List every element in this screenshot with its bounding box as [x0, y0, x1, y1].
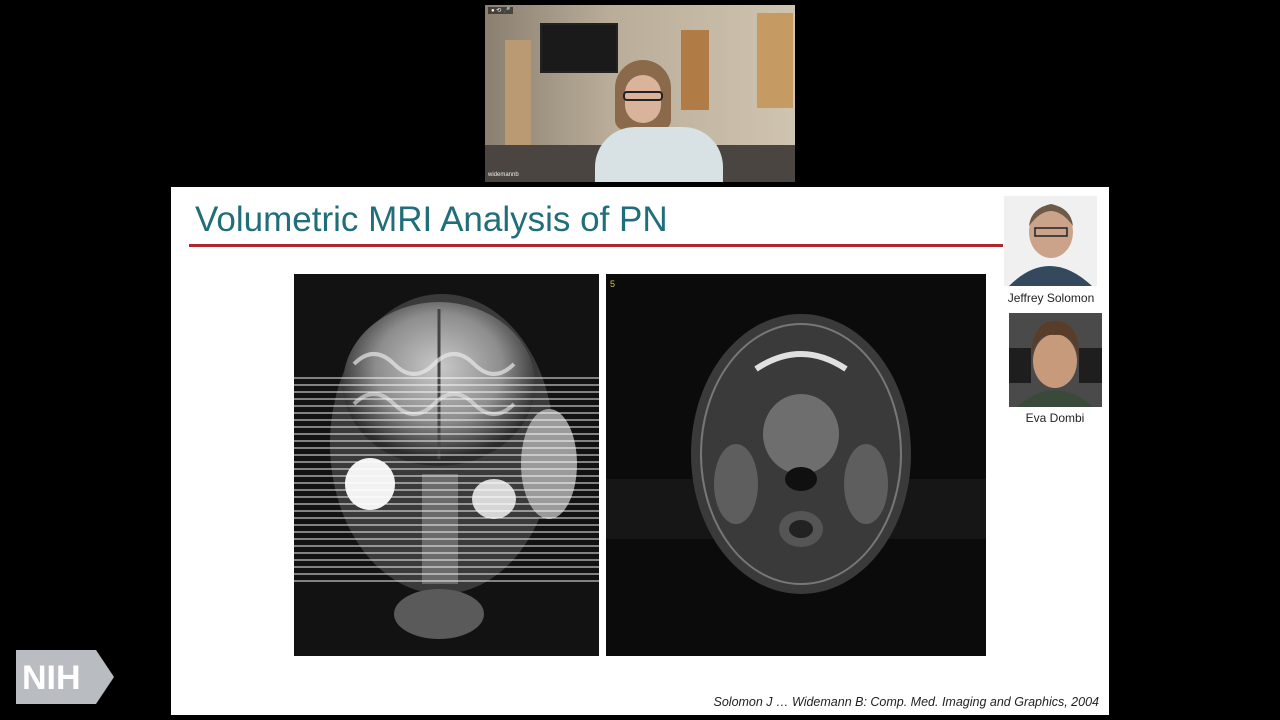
- nih-logo-text: NIH: [22, 659, 81, 697]
- nih-logo-graphic: NIH: [16, 650, 114, 704]
- presenter-video: ● ⟲ 🎤 widemannb: [485, 5, 795, 182]
- video-bookshelf: [505, 40, 531, 145]
- speaker-photo-eva-dombi: [1009, 313, 1102, 407]
- mri-axial-graphic: [606, 274, 986, 656]
- speaker-photo-jeffrey-solomon: [1004, 196, 1097, 286]
- nih-logo: NIH: [14, 648, 118, 706]
- slide-citation: Solomon J … Widemann B: Comp. Med. Imagi…: [713, 695, 1100, 709]
- mri-coronal-graphic: [294, 274, 599, 656]
- video-wall-tv: [540, 23, 618, 73]
- participant-name-tag: widemannb: [488, 172, 519, 178]
- speaker-name: Jeffrey Solomon: [1007, 291, 1095, 305]
- mri-axial-image: 5: [606, 274, 986, 656]
- speaker-name: Eva Dombi: [1025, 411, 1085, 425]
- title-divider: [189, 244, 1003, 247]
- mri-coronal-image: [294, 274, 599, 656]
- video-status-icons[interactable]: ● ⟲ 🎤: [488, 7, 514, 14]
- speaker-photo-graphic: [1009, 313, 1102, 407]
- presentation-slide: Volumetric MRI Analysis of PN 5 Jeffrey …: [171, 187, 1109, 715]
- presenter-body: [595, 127, 723, 182]
- mri-slice-number: 5: [610, 279, 616, 289]
- presenter-glasses: [623, 91, 663, 101]
- video-door: [681, 30, 709, 110]
- slide-title: Volumetric MRI Analysis of PN: [195, 200, 668, 239]
- video-cork-board: [757, 13, 793, 108]
- speaker-photo-graphic: [1004, 196, 1097, 286]
